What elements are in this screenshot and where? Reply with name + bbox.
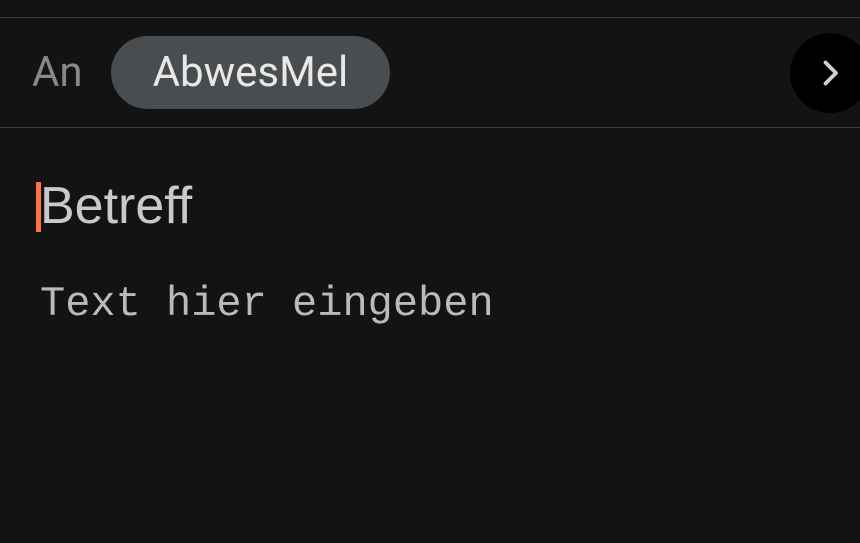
body-input[interactable]	[40, 280, 828, 424]
top-divider	[0, 0, 860, 18]
text-cursor	[36, 182, 41, 232]
recipient-row[interactable]: An AbwesMel	[0, 18, 860, 128]
recipient-chip[interactable]: AbwesMel	[111, 36, 391, 109]
subject-input[interactable]	[40, 176, 828, 236]
compose-content	[0, 128, 860, 428]
expand-recipients-button[interactable]	[790, 33, 860, 113]
to-field-label: An	[32, 48, 83, 97]
chevron-right-icon	[812, 55, 848, 91]
subject-row	[40, 176, 828, 236]
